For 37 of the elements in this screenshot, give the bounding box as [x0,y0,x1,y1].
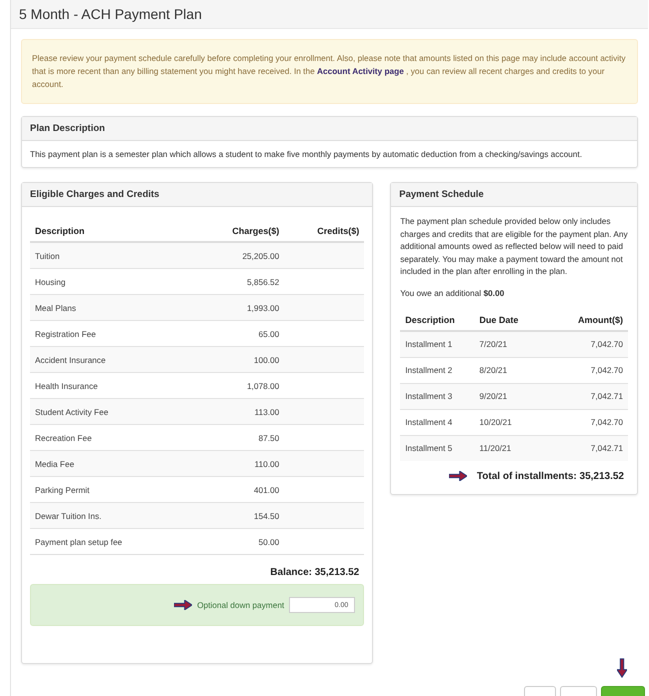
table-cell: 25,205.00 [164,242,284,268]
table-cell: 110.00 [164,450,284,476]
table-cell: 7,042.71 [559,435,628,460]
additional-owed-text: You owe an additional $0.00 [400,288,506,298]
table-cell: 7,042.71 [559,383,628,409]
table-cell: 7,042.70 [559,330,628,357]
panel-title: Payment Schedule [399,189,484,200]
table-cell: Installment 1 [400,330,474,357]
table-cell: Student Activity Fee [30,398,164,424]
table-cell: Accident Insurance [30,346,164,372]
arrow-icon [448,471,467,481]
schedule-intro-text: The payment plan schedule provided below only includes charges and credits that are eligible for the payment plan. Any additional amounts owed as reflected below will need to paid separately. You may make a payment toward the amount not included in the plan after enrolling in the plan. [400,215,628,278]
table-cell: Tuition [30,242,164,268]
arrow-icon [617,658,627,678]
table-cell: Installment 5 [400,435,474,460]
table-cell: Installment 3 [400,383,474,409]
panel-title: Eligible Charges and Credits [30,189,160,200]
plan-description-text: This payment plan is a semester plan which allows a student to make five monthly payments by automatic deduction from a checking/savings account. [29,148,584,161]
page-title: 5 Month - ACH Payment Plan [19,6,203,22]
table-cell: Media Fee [30,450,164,476]
panel-title: Plan Description [30,123,105,134]
table-cell: 113.00 [164,398,284,424]
account-activity-link[interactable]: Account Activity page [317,66,404,76]
table-cell: 154.50 [164,502,284,528]
arrow-icon [174,600,192,610]
notice-text: Please review your payment schedule carefully before completing your enrollment. Also, please note that amounts listed on this page may include account activity that is more recent than any billing statement you might have received. In the Account Activity page , you can review all recent charges and credits to your account. [21,39,638,104]
table-cell: 7/20/21 [474,330,560,357]
table-cell: Dewar Tuition Ins. [30,502,164,528]
installments-total: Total of installments: 35,213.52 [476,470,624,482]
table-cell: 100.00 [164,346,284,372]
table-cell: Meal Plans [30,294,164,320]
table-cell: 1,993.00 [164,294,284,320]
down-payment-label: Optional down payment [197,600,284,610]
table-cell: Payment plan setup fee [30,528,164,554]
table-cell: 50.00 [164,528,284,554]
table-cell: 9/20/21 [474,383,560,409]
table-cell: 11/20/21 [474,435,560,460]
